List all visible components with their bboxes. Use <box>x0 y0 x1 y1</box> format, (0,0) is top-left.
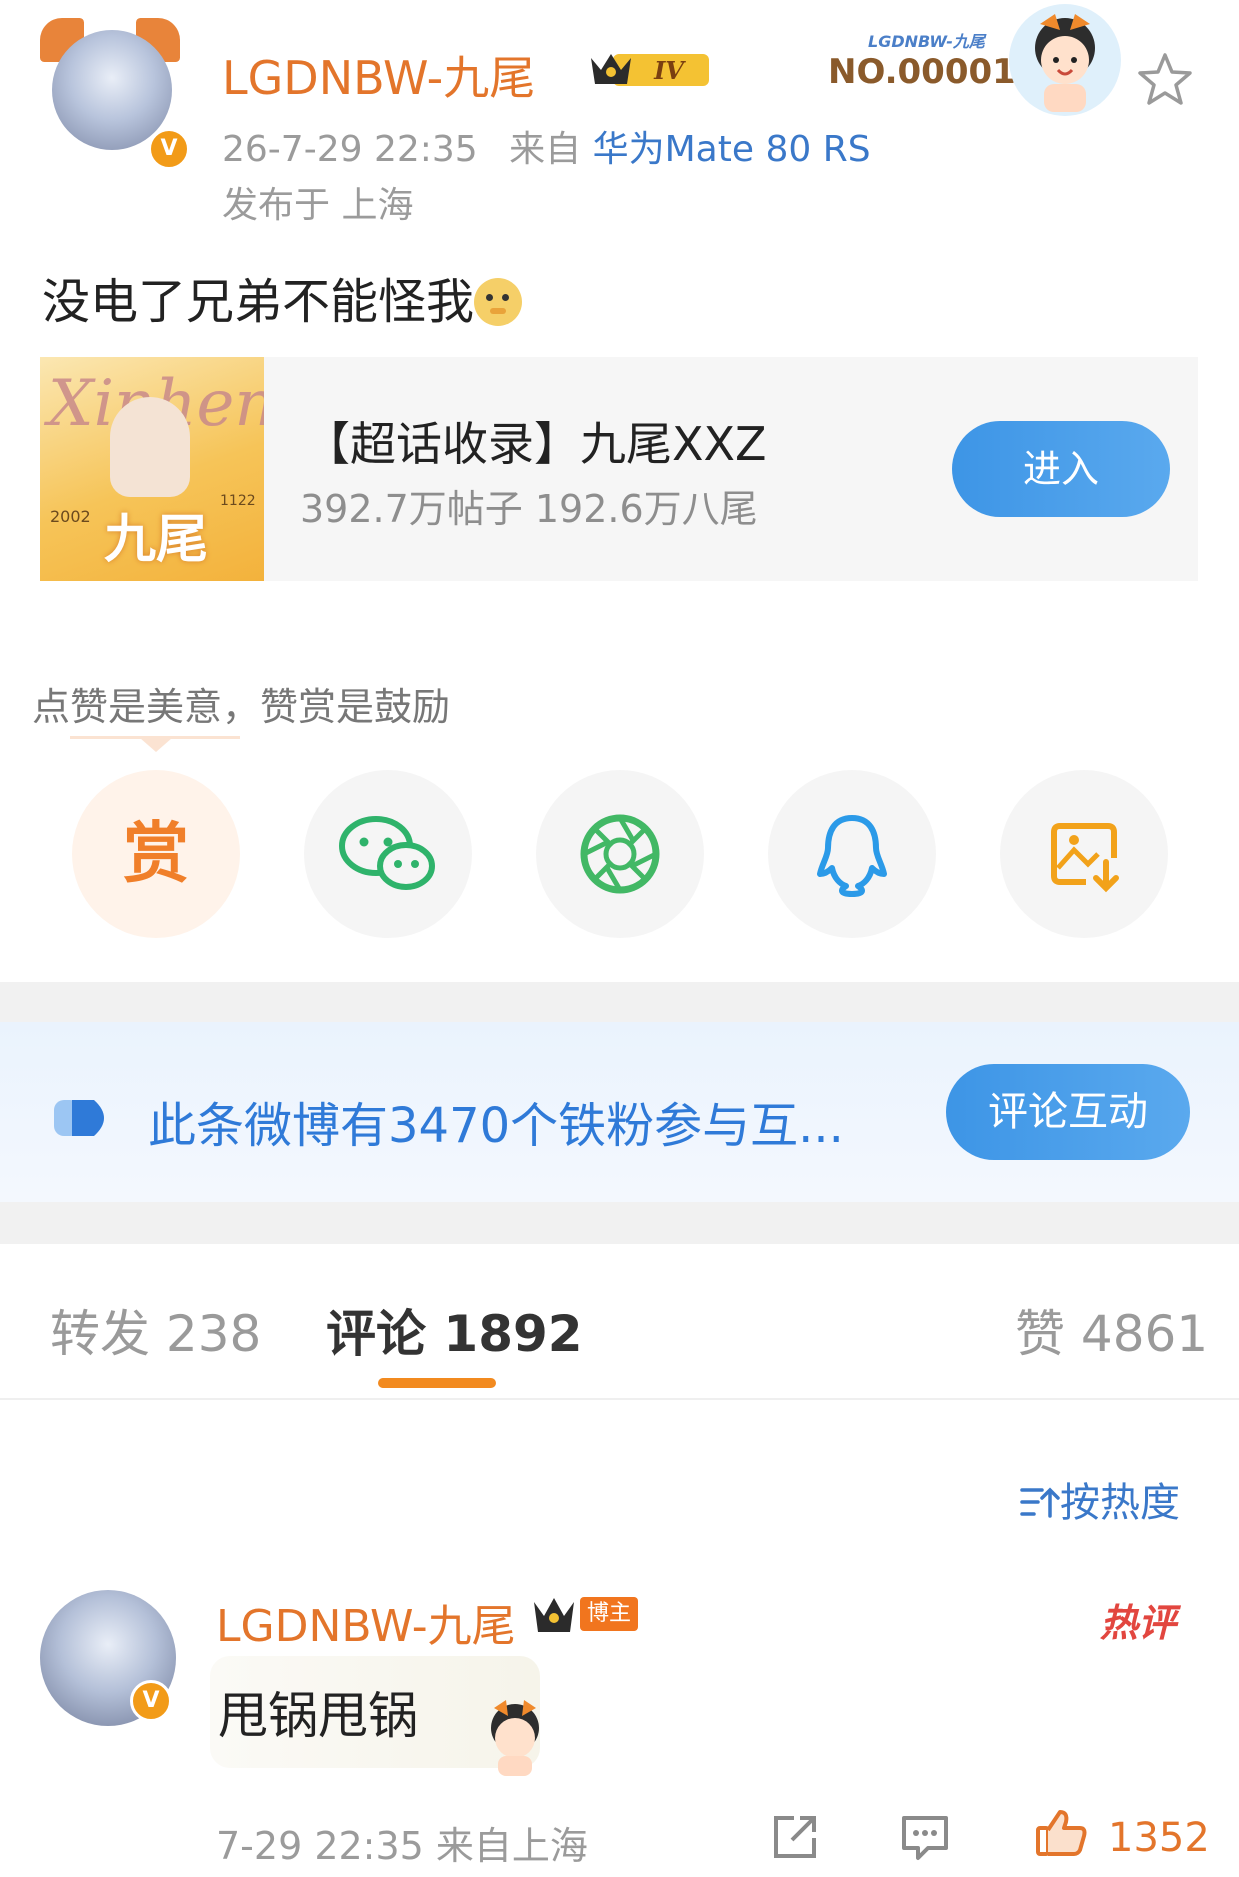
section-divider <box>0 982 1239 1022</box>
post-username[interactable]: LGDNBW-九尾 <box>222 42 535 108</box>
favorite-star-icon[interactable] <box>1135 50 1195 110</box>
device-link[interactable]: 华为Mate 80 RS <box>593 129 871 170</box>
doge-emoji-icon <box>474 278 523 326</box>
hot-comment-label: 热评 <box>1100 1601 1177 1645</box>
post-location: 发布于 上海 <box>222 185 414 226</box>
sort-icon <box>1020 1487 1060 1518</box>
post-body: 没电了兄弟不能怪我 <box>42 274 475 330</box>
tab-active-indicator <box>378 1378 496 1388</box>
fans-banner-icon <box>54 1100 104 1136</box>
cover-person <box>110 397 190 497</box>
comment-crown-icon <box>534 1598 574 1632</box>
avatar[interactable] <box>52 30 172 150</box>
comment-sticker-icon <box>491 1700 539 1776</box>
comment-interact-button[interactable]: 评论互动 <box>946 1064 1190 1160</box>
author-badge: 博主 <box>580 1597 638 1631</box>
moments-icon <box>580 814 660 894</box>
share-wechat-button[interactable] <box>304 770 472 938</box>
cover-left-number: 2002 <box>50 507 91 526</box>
verified-badge-icon: V <box>148 128 190 170</box>
section-divider-2 <box>0 1202 1239 1244</box>
comment-meta: 7-29 22:35 来自上海 <box>216 1824 588 1868</box>
reward-label: 赏 <box>123 815 189 892</box>
sort-label: 按热度 <box>1060 1480 1180 1526</box>
tab-repost[interactable]: 转发 238 <box>50 1294 261 1366</box>
save-image-button[interactable] <box>1000 770 1168 938</box>
reward-prompt: 点赞是美意，赞赏是鼓励 <box>32 685 451 729</box>
crown-level-badge-icon: IV <box>591 54 709 86</box>
from-label: 来自 <box>509 129 582 170</box>
tab-like[interactable]: 赞 4861 <box>1015 1294 1208 1366</box>
post-meta: 26-7-29 22:35 来自 华为Mate 80 RS <box>222 120 871 172</box>
comment-username[interactable]: LGDNBW-九尾 <box>216 1590 516 1654</box>
save-image-icon <box>1051 823 1119 893</box>
like-thumb-icon[interactable] <box>1034 1806 1088 1860</box>
fan-card-number[interactable]: NO.00001 <box>828 52 1016 92</box>
share-qq-button[interactable] <box>768 770 936 938</box>
enter-button[interactable]: 进入 <box>952 421 1170 517</box>
comment-verified-badge-icon: V <box>130 1680 172 1722</box>
reward-pointer <box>140 738 172 752</box>
tab-divider <box>0 1398 1239 1400</box>
cover-title-text: 九尾 <box>104 510 209 570</box>
wechat-icon <box>339 816 435 890</box>
fan-card-cartoon-icon[interactable] <box>1000 0 1130 120</box>
super-topic-cover[interactable]: Xinhen 九尾 2002 1122 <box>40 357 264 581</box>
post-text: 没电了兄弟不能怪我 <box>42 262 523 332</box>
fans-banner-text: 此条微博有3470个铁粉参与互... <box>148 1098 844 1154</box>
sort-by-hot[interactable]: 按热度 <box>1020 1470 1180 1528</box>
share-comment-icon[interactable] <box>768 1810 822 1864</box>
post-time: 26-7-29 22:35 <box>222 129 478 170</box>
comment-like-count[interactable]: 1352 <box>1108 1815 1210 1861</box>
level-badge-text: IV <box>653 56 686 85</box>
comment-text: 甩锅甩锅 <box>218 1687 418 1745</box>
super-topic-title: 【超话收录】九尾XXZ <box>304 417 767 471</box>
fan-card-tag: LGDNBW-九尾 <box>868 32 985 51</box>
reply-comment-icon[interactable] <box>898 1810 952 1864</box>
qq-icon <box>817 815 887 897</box>
tab-comment[interactable]: 评论 1892 <box>326 1294 583 1366</box>
reward-button[interactable]: 赏 <box>72 770 240 938</box>
share-moments-button[interactable] <box>536 770 704 938</box>
super-topic-stats: 392.7万帖子 192.6万八尾 <box>300 487 758 531</box>
cover-right-number: 1122 <box>220 493 256 509</box>
